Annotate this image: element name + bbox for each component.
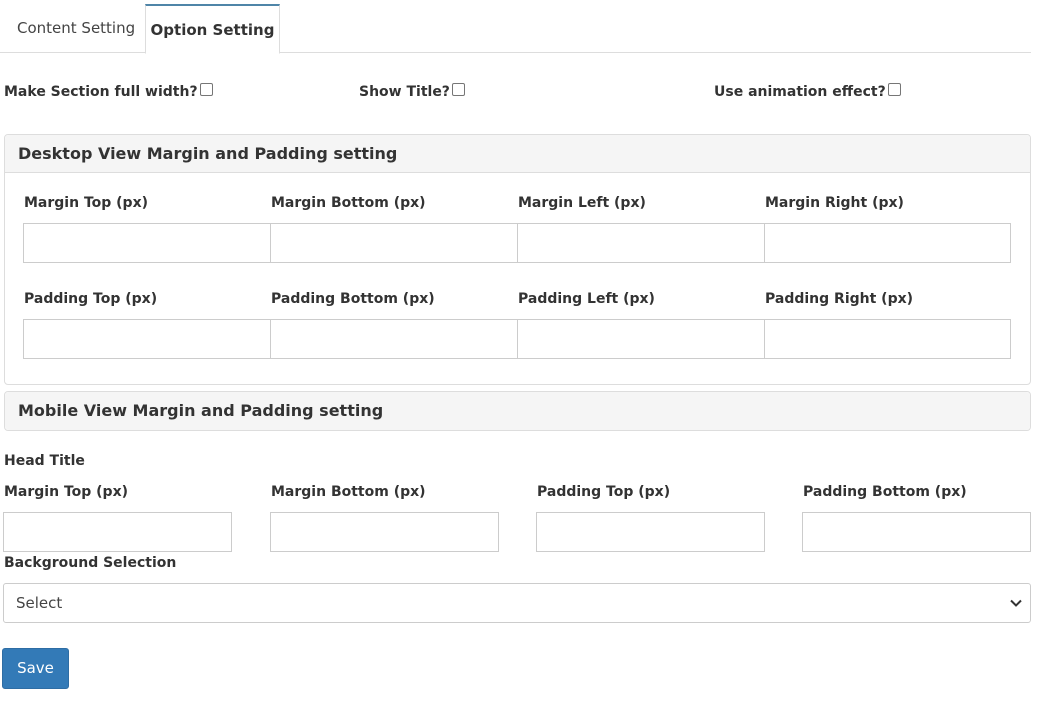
- head-padding-top-label: Padding Top (px): [537, 484, 671, 500]
- desktop-margin-top-input[interactable]: [23, 223, 271, 263]
- desktop-padding-bottom-input[interactable]: [270, 319, 518, 359]
- show-title-option[interactable]: Show Title?: [359, 82, 465, 100]
- show-title-label: Show Title?: [359, 84, 450, 100]
- background-select[interactable]: Select: [3, 583, 1031, 623]
- head-padding-bottom-input[interactable]: [802, 512, 1031, 552]
- tab-bar: Content Setting Option Setting: [0, 4, 1031, 54]
- section-options-row: Make Section full width? Show Title? Use…: [0, 82, 1041, 106]
- desktop-padding-left-input[interactable]: [517, 319, 765, 359]
- desktop-padding-right-label: Padding Right (px): [765, 291, 914, 307]
- head-margin-top-label: Margin Top (px): [4, 484, 128, 500]
- head-title-heading: Head Title: [4, 453, 85, 469]
- head-margin-bottom-label: Margin Bottom (px): [271, 484, 426, 500]
- head-padding-bottom-label: Padding Bottom (px): [803, 484, 967, 500]
- desktop-panel-title[interactable]: Desktop View Margin and Padding setting: [5, 135, 1030, 173]
- desktop-margin-bottom-label: Margin Bottom (px): [271, 195, 426, 211]
- option-setting-page: Content Setting Option Setting Make Sect…: [0, 0, 1041, 701]
- animation-option[interactable]: Use animation effect?: [714, 82, 901, 100]
- background-select-value: Select: [16, 594, 63, 612]
- desktop-margin-right-input[interactable]: [764, 223, 1011, 263]
- chevron-down-icon: [1008, 584, 1024, 622]
- full-width-label: Make Section full width?: [4, 84, 198, 100]
- desktop-margin-right-label: Margin Right (px): [765, 195, 904, 211]
- desktop-padding-top-input[interactable]: [23, 319, 271, 359]
- desktop-margin-left-label: Margin Left (px): [518, 195, 646, 211]
- desktop-margin-bottom-input[interactable]: [270, 223, 518, 263]
- desktop-margin-left-input[interactable]: [517, 223, 765, 263]
- background-selection-label: Background Selection: [4, 555, 177, 571]
- tab-content-setting[interactable]: Content Setting: [0, 4, 152, 53]
- save-button[interactable]: Save: [2, 648, 69, 689]
- mobile-panel-title[interactable]: Mobile View Margin and Padding setting: [5, 392, 1030, 430]
- head-margin-bottom-input[interactable]: [270, 512, 499, 552]
- show-title-checkbox[interactable]: [451, 82, 465, 96]
- desktop-padding-top-label: Padding Top (px): [24, 291, 158, 307]
- full-width-checkbox[interactable]: [199, 82, 213, 96]
- animation-label: Use animation effect?: [714, 84, 886, 100]
- full-width-option[interactable]: Make Section full width?: [4, 82, 213, 100]
- desktop-margin-top-label: Margin Top (px): [24, 195, 148, 211]
- head-margin-top-input[interactable]: [3, 512, 232, 552]
- desktop-padding-right-input[interactable]: [764, 319, 1011, 359]
- desktop-padding-bottom-label: Padding Bottom (px): [271, 291, 435, 307]
- head-padding-top-input[interactable]: [536, 512, 765, 552]
- mobile-spacing-panel: Mobile View Margin and Padding setting: [4, 391, 1031, 431]
- desktop-padding-left-label: Padding Left (px): [518, 291, 655, 307]
- animation-checkbox[interactable]: [887, 82, 901, 96]
- tab-option-setting[interactable]: Option Setting: [145, 4, 280, 54]
